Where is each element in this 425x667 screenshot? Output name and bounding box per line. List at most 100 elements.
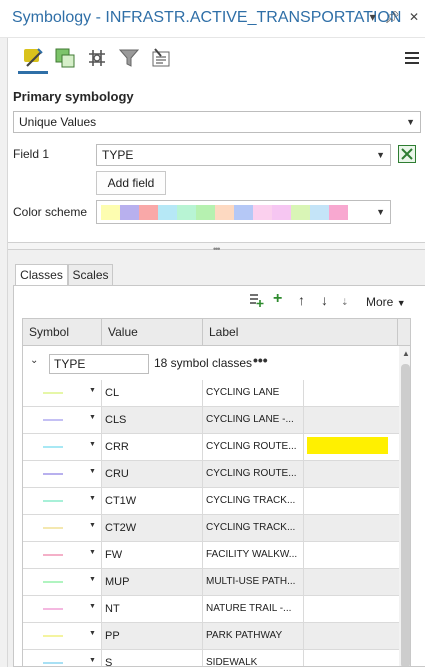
symbol-swatch[interactable] [43, 392, 63, 394]
chevron-down-icon[interactable]: ▼ [89, 522, 96, 529]
color-scheme-dropdown[interactable]: ▼ [96, 200, 391, 224]
table-row[interactable]: ▼ CLS CYCLING LANE -... [23, 407, 401, 434]
label-cell[interactable]: CYCLING LANE [203, 380, 304, 406]
chevron-down-icon[interactable]: ▼ [89, 441, 96, 448]
symbol-cell[interactable]: ▼ [23, 488, 102, 514]
table-row[interactable]: ▼ CRR CYCLING ROUTE... [23, 434, 401, 461]
label-cell[interactable]: MULTI-USE PATH... [203, 569, 304, 595]
filter-icon[interactable] [114, 42, 144, 74]
symbol-swatch[interactable] [43, 419, 63, 421]
renderer-value: Unique Values [19, 115, 97, 129]
symbol-cell[interactable]: ▼ [23, 515, 102, 541]
chevron-down-icon[interactable]: ▼ [89, 630, 96, 637]
primary-symbology-icon[interactable] [18, 42, 48, 74]
group-menu-icon[interactable]: ••• [253, 352, 268, 368]
symbol-cell[interactable]: ▼ [23, 569, 102, 595]
value-cell[interactable]: MUP [102, 569, 203, 595]
move-down-icon[interactable]: ↓ [321, 292, 328, 308]
properties-icon[interactable] [146, 42, 176, 74]
value-cell[interactable]: CL [102, 380, 203, 406]
field1-dropdown[interactable]: TYPE ▼ [96, 144, 391, 166]
value-cell[interactable]: NT [102, 596, 203, 622]
column-header-label[interactable]: Label [203, 319, 398, 346]
chevron-down-icon[interactable]: ▼ [89, 414, 96, 421]
symbol-swatch[interactable] [43, 473, 63, 475]
label-cell[interactable]: CYCLING ROUTE... [203, 461, 304, 487]
chevron-down-icon[interactable]: ▼ [89, 495, 96, 502]
table-row[interactable]: ▼ MUP MULTI-USE PATH... [23, 569, 401, 596]
chevron-down-icon[interactable]: ▼ [89, 576, 96, 583]
symbol-swatch[interactable] [43, 500, 63, 502]
symbol-swatch[interactable] [43, 662, 63, 664]
more-chevron-down-icon[interactable]: ⇣ [341, 297, 349, 308]
label-cell[interactable]: CYCLING ROUTE... [203, 434, 304, 460]
table-row[interactable]: ▼ S SIDEWALK [23, 650, 401, 666]
chevron-down-icon[interactable]: ▾ [370, 10, 376, 24]
label-cell[interactable]: FACILITY WALKW... [203, 542, 304, 568]
column-header-value[interactable]: Value [102, 319, 203, 346]
pin-icon[interactable]: 📌︎ [385, 10, 400, 24]
tab-scales[interactable]: Scales [68, 264, 113, 286]
value-cell[interactable]: CT1W [102, 488, 203, 514]
value-cell[interactable]: CRR [102, 434, 203, 460]
symbol-cell[interactable]: ▼ [23, 434, 102, 460]
symbol-swatch[interactable] [43, 554, 63, 556]
symbol-swatch[interactable] [43, 608, 63, 610]
close-icon[interactable]: ✕ [409, 10, 419, 24]
chevron-down-icon[interactable]: ▼ [89, 549, 96, 556]
primary-symbology-heading: Primary symbology [13, 89, 134, 104]
menu-icon[interactable] [405, 52, 419, 67]
symbol-cell[interactable]: ▼ [23, 461, 102, 487]
value-cell[interactable]: CRU [102, 461, 203, 487]
chevron-down-icon[interactable]: ▼ [89, 657, 96, 664]
symbol-layers-icon[interactable] [82, 42, 112, 74]
symbol-swatch[interactable] [43, 635, 63, 637]
table-row[interactable]: ▼ CT1W CYCLING TRACK... [23, 488, 401, 515]
add-icon[interactable]: + [273, 290, 282, 308]
label-cell[interactable]: CYCLING LANE -... [203, 407, 304, 433]
table-row[interactable]: ▼ FW FACILITY WALKW... [23, 542, 401, 569]
symbol-cell[interactable]: ▼ [23, 650, 102, 666]
table-row[interactable]: ▼ PP PARK PATHWAY [23, 623, 401, 650]
tab-classes[interactable]: Classes [15, 264, 68, 286]
pane-splitter[interactable]: ••• [8, 242, 425, 254]
label-cell[interactable]: CYCLING TRACK... [203, 515, 304, 541]
symbol-cell[interactable]: ▼ [23, 623, 102, 649]
move-up-icon[interactable]: ↑ [298, 292, 305, 308]
value-cell[interactable]: FW [102, 542, 203, 568]
add-values-icon[interactable] [248, 292, 264, 311]
vertical-scrollbar[interactable]: ▲ [399, 346, 410, 666]
symbol-swatch[interactable] [43, 527, 63, 529]
table-row[interactable]: ▼ CT2W CYCLING TRACK... [23, 515, 401, 542]
chevron-down-icon[interactable]: ▼ [89, 603, 96, 610]
table-row[interactable]: ▼ NT NATURE TRAIL -... [23, 596, 401, 623]
table-row[interactable]: ▼ CRU CYCLING ROUTE... [23, 461, 401, 488]
value-cell[interactable]: PP [102, 623, 203, 649]
scroll-up-icon[interactable]: ▲ [402, 349, 410, 358]
chevron-down-icon[interactable]: ▼ [89, 468, 96, 475]
label-cell[interactable]: PARK PATHWAY [203, 623, 304, 649]
value-cell[interactable]: CLS [102, 407, 203, 433]
excel-expression-icon[interactable] [398, 145, 416, 163]
table-row[interactable]: ▼ CL CYCLING LANE [23, 380, 401, 407]
symbol-swatch[interactable] [43, 446, 63, 448]
symbol-cell[interactable]: ▼ [23, 407, 102, 433]
symbol-cell[interactable]: ▼ [23, 542, 102, 568]
label-cell[interactable]: SIDEWALK [203, 650, 304, 666]
label-cell[interactable]: NATURE TRAIL -... [203, 596, 304, 622]
add-field-button[interactable]: Add field [96, 171, 166, 195]
label-cell[interactable]: CYCLING TRACK... [203, 488, 304, 514]
more-menu[interactable]: More ▼ [366, 295, 406, 309]
scroll-thumb[interactable] [401, 364, 410, 666]
group-field[interactable]: TYPE [49, 354, 149, 374]
renderer-dropdown[interactable]: Unique Values ▼ [13, 111, 421, 133]
vary-symbology-icon[interactable] [50, 42, 80, 74]
symbol-cell[interactable]: ▼ [23, 596, 102, 622]
collapse-chevron-icon[interactable]: ⌄ [30, 355, 38, 366]
symbol-cell[interactable]: ▼ [23, 380, 102, 406]
value-cell[interactable]: CT2W [102, 515, 203, 541]
column-header-symbol[interactable]: Symbol [23, 319, 102, 346]
value-cell[interactable]: S [102, 650, 203, 666]
symbol-swatch[interactable] [43, 581, 63, 583]
chevron-down-icon[interactable]: ▼ [89, 387, 96, 394]
